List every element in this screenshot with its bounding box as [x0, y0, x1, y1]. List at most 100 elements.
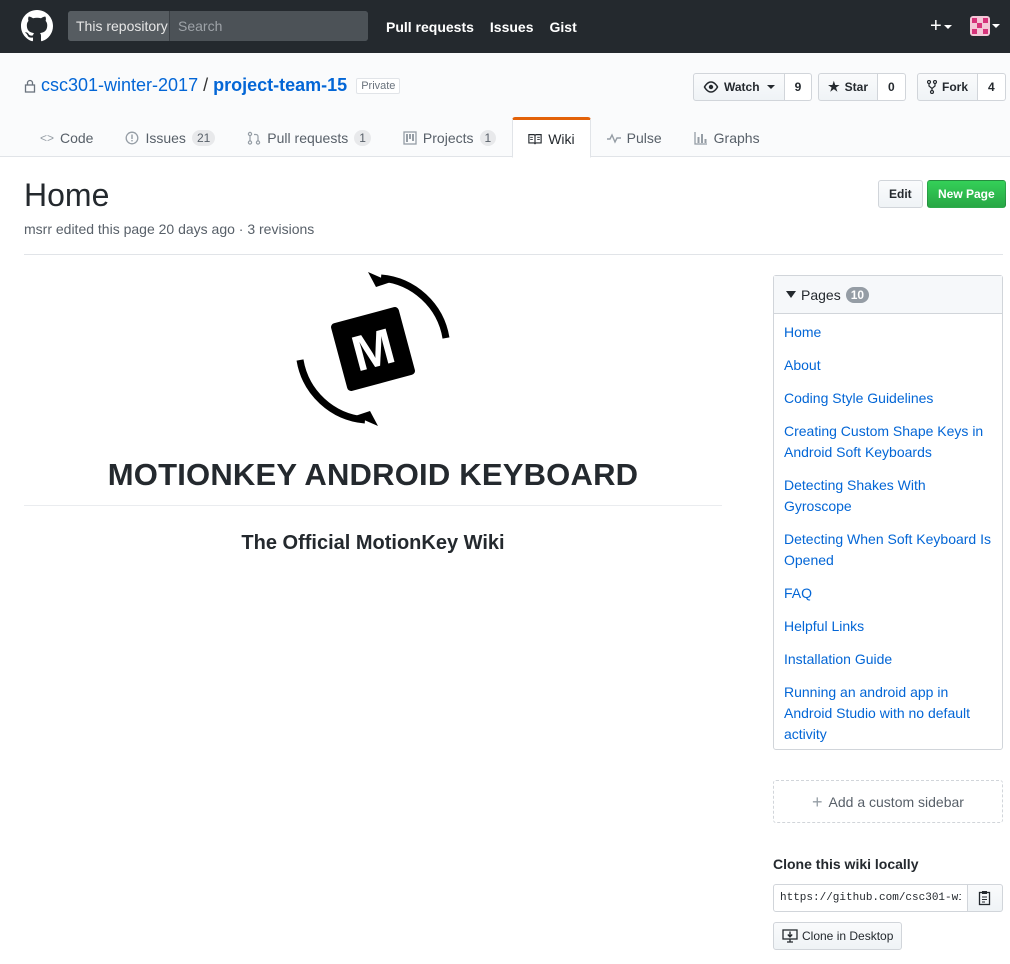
page-title: Home	[24, 177, 110, 213]
page-link-custom-shape-keys[interactable]: Creating Custom Shape Keys in Android So…	[784, 423, 983, 460]
pages-toggle[interactable]: Pages 10	[774, 276, 1002, 314]
chevron-down-icon	[766, 85, 775, 89]
page-meta: msrr edited this page 20 days ago · 3 re…	[24, 221, 315, 237]
repo-nav: <> Code Issues 21 Pull requests 1 Projec…	[24, 117, 776, 158]
wiki-heading-divider	[24, 505, 722, 506]
project-icon	[403, 131, 417, 145]
edit-button[interactable]: Edit	[878, 180, 923, 208]
issues-counter: 21	[191, 130, 216, 146]
pages-count-badge: 10	[845, 286, 870, 303]
pulse-icon	[606, 133, 621, 144]
clone-title: Clone this wiki locally	[773, 856, 919, 872]
nav-gist[interactable]: Gist	[550, 19, 577, 35]
star-label: Star	[844, 80, 868, 94]
wiki-heading: MOTIONKEY ANDROID KEYBOARD	[107, 457, 639, 492]
list-item: Home	[784, 322, 992, 343]
list-item: Running an android app in Android Studio…	[784, 682, 992, 745]
page-link-faq[interactable]: FAQ	[784, 585, 812, 601]
header-divider	[24, 254, 1003, 255]
private-badge: Private	[356, 78, 401, 95]
tab-projects-label: Projects	[422, 130, 474, 146]
tab-code[interactable]: <> Code	[24, 117, 109, 157]
avatar	[970, 16, 990, 36]
wiki-subheading: The Official MotionKey Wiki	[241, 532, 505, 554]
repo-header: csc301-winter-2017 / project-team-15 Pri…	[0, 53, 1010, 158]
list-item: FAQ	[784, 583, 992, 604]
list-item: Creating Custom Shape Keys in Android So…	[784, 421, 992, 463]
watch-count[interactable]: 9	[784, 73, 813, 101]
nav-issues[interactable]: Issues	[490, 19, 534, 35]
page-link-helpful-links[interactable]: Helpful Links	[784, 618, 864, 634]
star-button[interactable]: ★ Star	[818, 73, 878, 101]
nav-pull-requests[interactable]: Pull requests	[386, 19, 474, 35]
tab-issues-label: Issues	[145, 130, 186, 146]
tab-code-label: Code	[60, 130, 94, 146]
search-box: This repository	[68, 11, 368, 41]
clone-in-desktop-button[interactable]: Clone in Desktop	[773, 922, 903, 950]
page-link-home[interactable]: Home	[784, 324, 821, 340]
page-link-about[interactable]: About	[784, 357, 821, 373]
page-link-coding-style[interactable]: Coding Style Guidelines	[784, 390, 933, 406]
code-icon: <>	[40, 131, 55, 145]
projects-counter: 1	[479, 130, 497, 146]
add-custom-sidebar-label: Add a custom sidebar	[828, 793, 964, 810]
fork-icon	[927, 80, 937, 94]
page-link-soft-keyboard-opened[interactable]: Detecting When Soft Keyboard Is Opened	[784, 531, 991, 568]
clipboard-icon	[978, 891, 991, 906]
search-scope-label[interactable]: This repository	[68, 11, 170, 41]
tab-pull-requests-label: Pull requests	[267, 130, 349, 146]
lock-icon	[24, 79, 36, 93]
list-item: Detecting Shakes With Gyroscope	[784, 475, 992, 517]
clone-url-input[interactable]	[773, 884, 968, 912]
site-header: This repository Pull requests Issues Gis…	[0, 0, 1010, 53]
clone-url-group	[773, 884, 1003, 912]
copy-clone-url-button[interactable]	[968, 884, 1003, 912]
fork-count[interactable]: 4	[978, 73, 1006, 101]
tab-graphs[interactable]: Graphs	[678, 117, 776, 157]
star-group: ★ Star 0	[818, 73, 906, 101]
fork-group: Fork 4	[917, 73, 1006, 101]
new-page-button[interactable]: New Page	[927, 180, 1006, 208]
github-logo-icon[interactable]	[21, 10, 53, 42]
pull-request-icon	[248, 131, 261, 145]
create-new-menu[interactable]: +	[930, 16, 956, 36]
chevron-down-icon	[992, 24, 1000, 28]
tab-pulse[interactable]: Pulse	[591, 117, 678, 157]
tab-graphs-label: Graphs	[713, 130, 760, 146]
tab-wiki-label: Wiki	[548, 130, 575, 147]
fork-button[interactable]: Fork	[917, 73, 979, 101]
watch-group: Watch 9	[693, 73, 813, 101]
add-custom-sidebar-button[interactable]: + Add a custom sidebar	[773, 780, 1003, 823]
search-input[interactable]	[170, 11, 368, 41]
list-item: Installation Guide	[784, 649, 992, 670]
tab-issues[interactable]: Issues 21	[109, 117, 231, 157]
tab-wiki[interactable]: Wiki	[512, 117, 591, 158]
issue-icon	[126, 131, 139, 145]
clone-in-desktop-label: Clone in Desktop	[802, 929, 894, 943]
desktop-download-icon	[782, 929, 798, 943]
page-link-running-android-app[interactable]: Running an android app in Android Studio…	[784, 684, 970, 742]
repo-name-link[interactable]: project-team-15	[213, 75, 347, 95]
tab-pull-requests[interactable]: Pull requests 1	[231, 117, 387, 157]
triangle-down-icon	[786, 291, 796, 298]
tab-pulse-label: Pulse	[626, 130, 662, 146]
pages-list: Home About Coding Style Guidelines Creat…	[774, 314, 1002, 745]
list-item: Coding Style Guidelines	[784, 388, 992, 409]
page-link-installation-guide[interactable]: Installation Guide	[784, 651, 892, 667]
plus-icon: +	[812, 791, 823, 812]
star-count[interactable]: 0	[878, 73, 906, 101]
user-menu[interactable]	[970, 16, 1004, 36]
pages-label: Pages	[801, 286, 841, 303]
list-item: Detecting When Soft Keyboard Is Opened	[784, 529, 992, 571]
page-link-detecting-shakes[interactable]: Detecting Shakes With Gyroscope	[784, 477, 926, 514]
fork-label: Fork	[942, 80, 969, 94]
star-icon: ★	[828, 79, 840, 94]
repo-owner-link[interactable]: csc301-winter-2017	[41, 75, 198, 95]
global-nav: Pull requests Issues Gist	[386, 0, 577, 53]
watch-button[interactable]: Watch	[693, 73, 785, 101]
pages-panel: Pages 10 Home About Coding Style Guideli…	[773, 275, 1003, 750]
tab-projects[interactable]: Projects 1	[387, 117, 512, 157]
plus-icon: +	[930, 15, 942, 37]
eye-icon	[703, 81, 719, 93]
list-item: Helpful Links	[784, 616, 992, 637]
